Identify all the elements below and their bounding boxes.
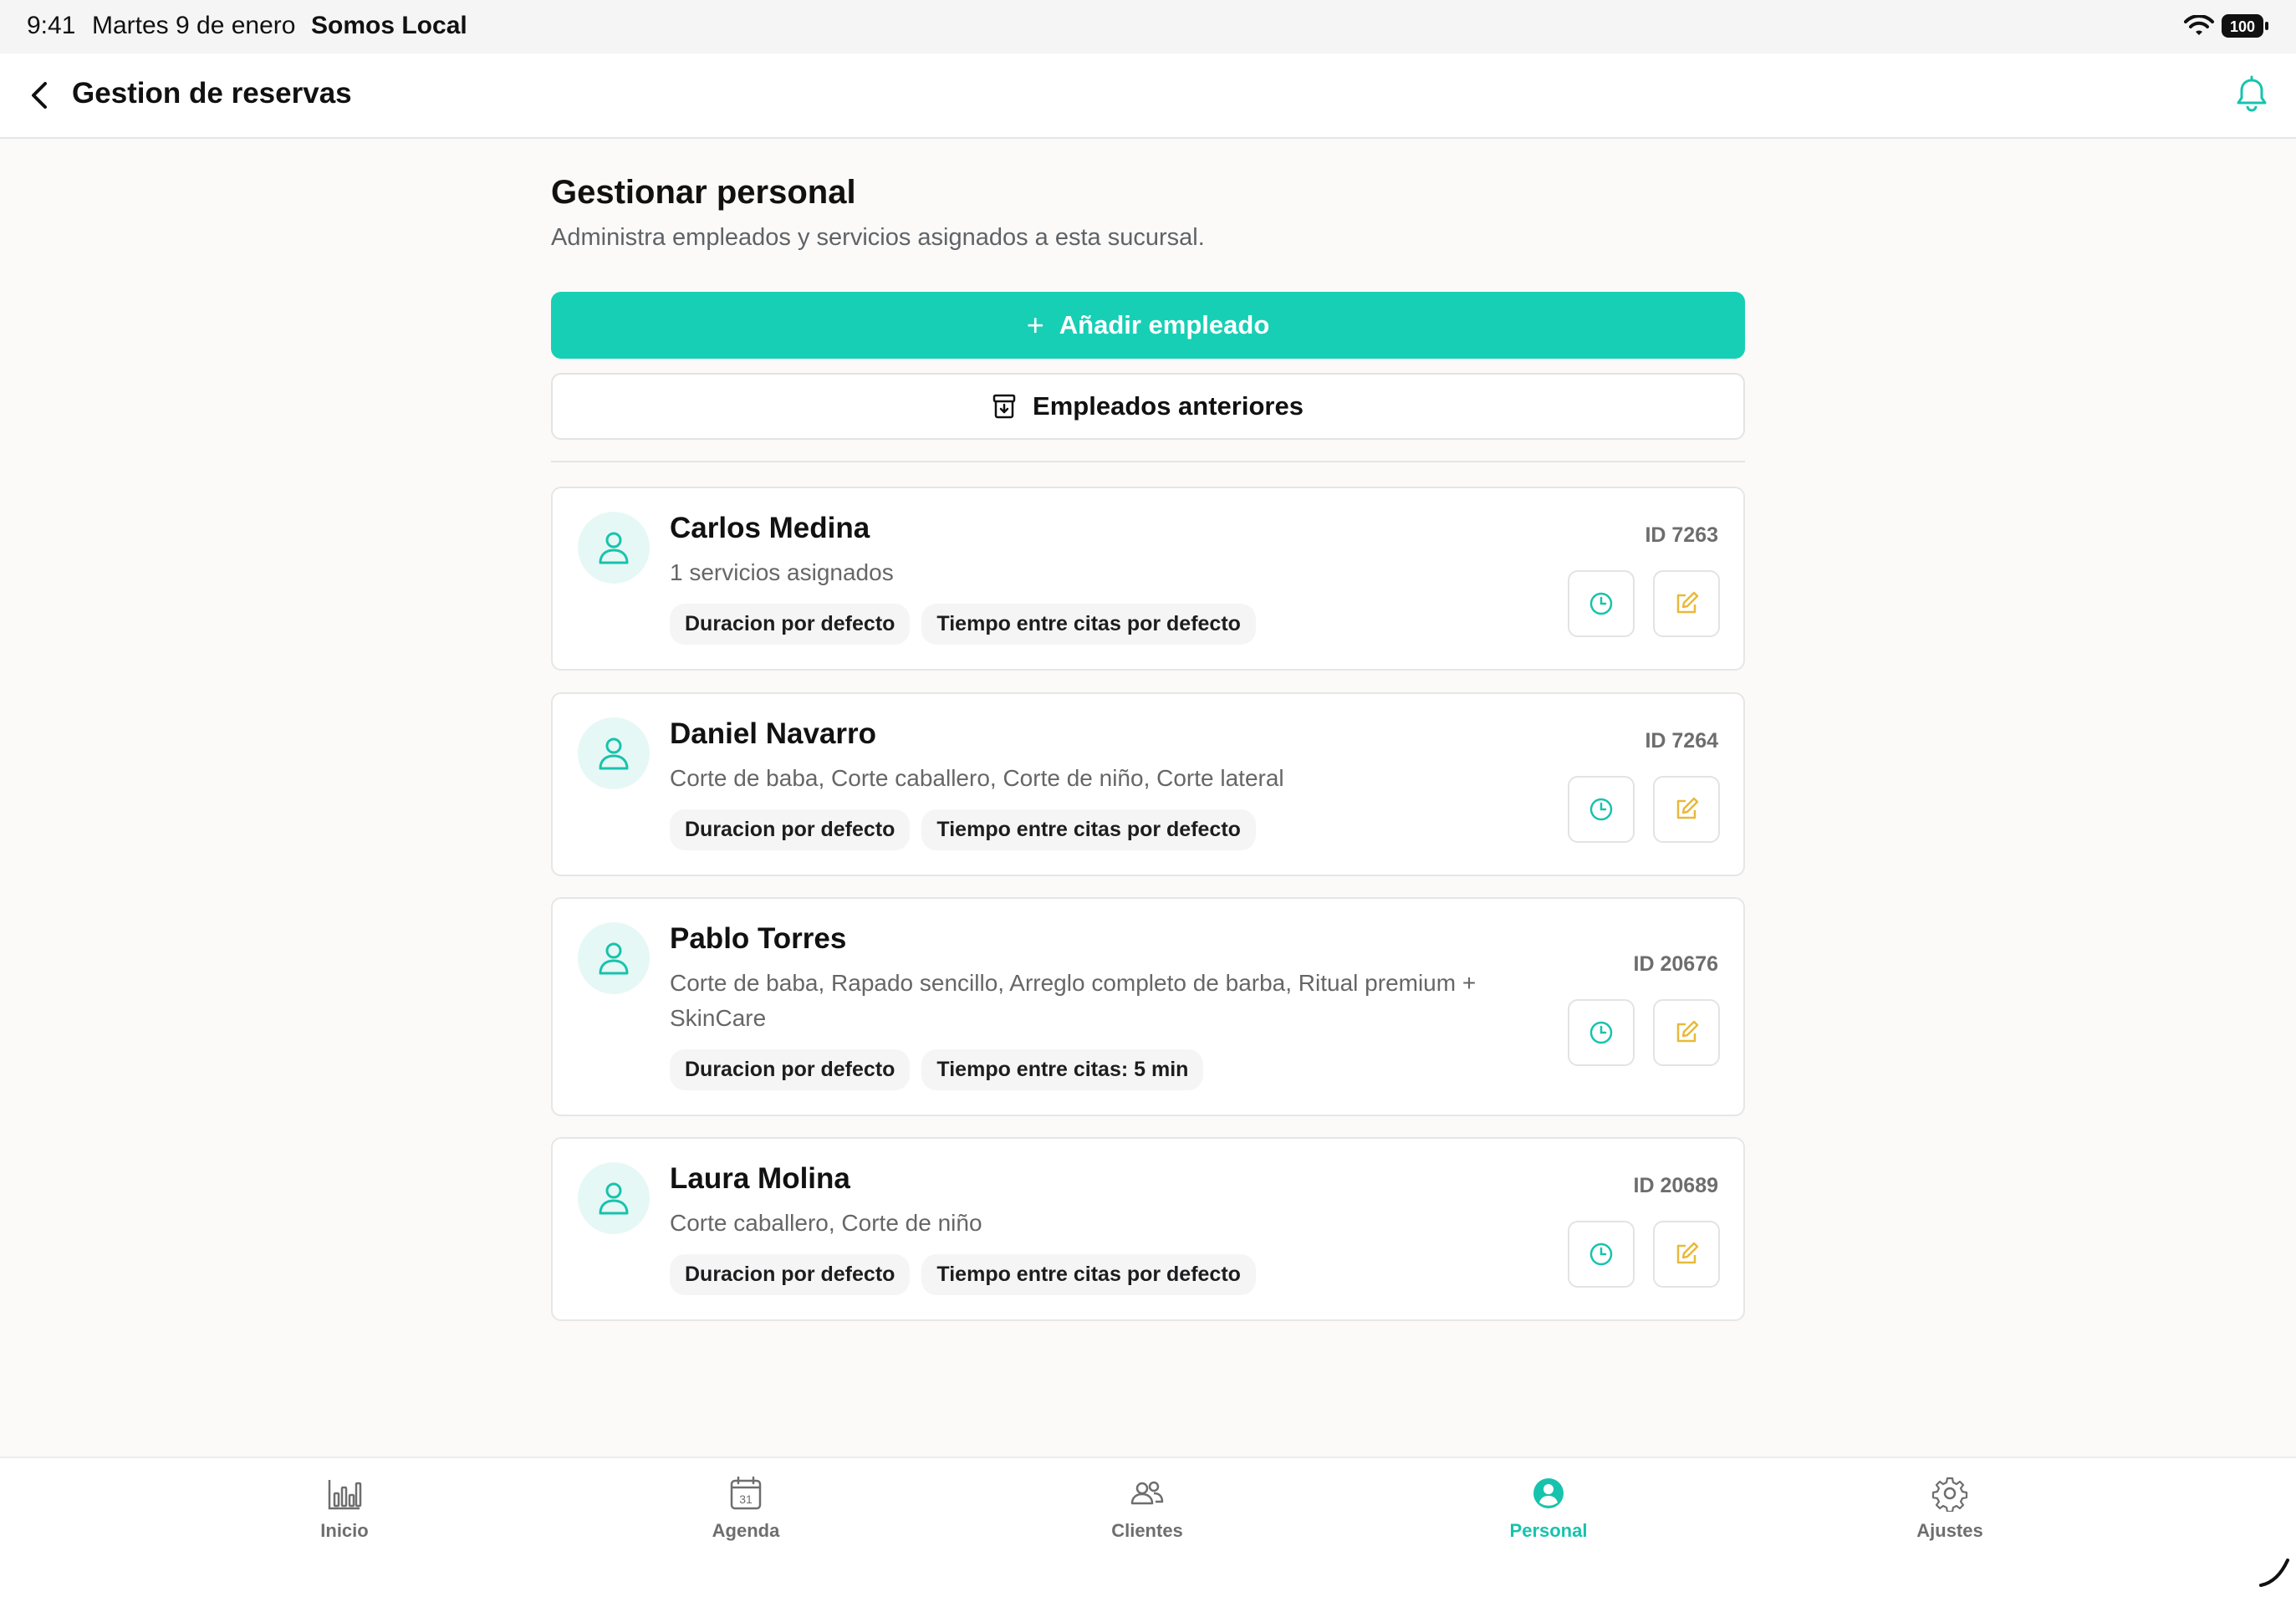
duration-tag: Duracion por defecto [670, 1254, 911, 1295]
tab-personal[interactable]: Personal [1465, 1475, 1632, 1542]
clock-icon [1589, 592, 1613, 615]
employee-id: ID 20676 [1633, 952, 1718, 976]
status-date: Martes 9 de enero [92, 12, 296, 39]
page-subtitle: Administra empleados y servicios asignad… [551, 224, 1205, 251]
app-header: Gestion de reservas [0, 54, 2296, 139]
interval-tag: Tiempo entre citas por defecto [921, 1254, 1256, 1295]
avatar [578, 512, 650, 584]
employee-services: Corte de baba, Corte caballero, Corte de… [670, 765, 1284, 791]
calendar-day: 31 [739, 1492, 753, 1506]
employee-id: ID 7263 [1645, 523, 1718, 547]
status-app-name: Somos Local [311, 12, 467, 39]
employee-card: Pablo Torres Corte de baba, Rapado senci… [551, 897, 1745, 1116]
interval-tag: Tiempo entre citas: 5 min [921, 1049, 1204, 1090]
add-employee-button[interactable]: + Añadir empleado [551, 292, 1745, 359]
schedule-button[interactable] [1568, 570, 1635, 637]
bell-icon[interactable] [2234, 75, 2269, 114]
add-employee-label: Añadir empleado [1059, 310, 1270, 339]
duration-tag: Duracion por defecto [670, 809, 911, 850]
tab-bar: Inicio 31 Agenda Clientes Personal Ajust… [0, 1457, 2296, 1597]
interval-tag: Tiempo entre citas por defecto [921, 604, 1256, 645]
avatar [578, 1162, 650, 1234]
schedule-button[interactable] [1568, 776, 1635, 843]
users-icon [1130, 1481, 1164, 1505]
edit-button[interactable] [1653, 999, 1720, 1066]
divider [551, 461, 1745, 462]
tab-agenda[interactable]: 31 Agenda [662, 1475, 829, 1542]
employee-name: Daniel Navarro [670, 717, 877, 750]
employee-name: Carlos Medina [670, 512, 870, 544]
employee-name: Laura Molina [670, 1162, 850, 1195]
person-icon [599, 532, 629, 564]
employee-card: Daniel Navarro Corte de baba, Corte caba… [551, 692, 1745, 876]
tab-label: Clientes [1111, 1520, 1183, 1541]
person-icon [599, 737, 629, 770]
calendar-icon: 31 [730, 1476, 762, 1510]
employee-tags: Duracion por defecto Tiempo entre citas … [670, 809, 1256, 850]
employee-card: Laura Molina Corte caballero, Corte de n… [551, 1137, 1745, 1321]
bar-chart-icon [328, 1480, 362, 1510]
previous-employees-label: Empleados anteriores [1033, 391, 1304, 421]
tab-label: Inicio [320, 1520, 369, 1541]
gear-icon [1931, 1477, 1968, 1512]
employee-services: Corte caballero, Corte de niño [670, 1210, 982, 1236]
employee-services: 1 servicios asignados [670, 559, 894, 585]
employee-tags: Duracion por defecto Tiempo entre citas … [670, 1254, 1256, 1295]
clock-icon [1589, 1021, 1613, 1044]
home-indicator-icon [2259, 1559, 2289, 1587]
page-title: Gestionar personal [551, 174, 856, 211]
person-icon [599, 1182, 629, 1215]
edit-icon [1676, 797, 1699, 819]
chevron-left-icon[interactable] [25, 79, 55, 112]
edit-icon [1676, 1242, 1699, 1264]
archive-icon [992, 394, 1016, 419]
duration-tag: Duracion por defecto [670, 1049, 911, 1090]
employee-services: Corte de baba, Rapado sencillo, Arreglo … [670, 970, 1477, 1031]
duration-tag: Duracion por defecto [670, 604, 911, 645]
avatar [578, 922, 650, 994]
battery-level: 100 [2230, 18, 2255, 35]
edit-icon [1676, 1020, 1699, 1043]
tab-inicio[interactable]: Inicio [261, 1475, 428, 1542]
person-circle-icon [1533, 1478, 1564, 1508]
wifi-icon [2184, 15, 2214, 35]
tab-ajustes[interactable]: Ajustes [1866, 1475, 2033, 1542]
battery-icon: 100 [2221, 13, 2269, 38]
status-bar: 9:41 Martes 9 de enero Somos Local 100 [0, 0, 2296, 54]
tab-label: Ajustes [1916, 1520, 1983, 1541]
clock-icon [1589, 798, 1613, 821]
employee-name: Pablo Torres [670, 922, 847, 955]
interval-tag: Tiempo entre citas por defecto [921, 809, 1256, 850]
employee-id: ID 7264 [1645, 729, 1718, 753]
header-title: Gestion de reservas [72, 77, 352, 110]
edit-icon [1676, 591, 1699, 614]
schedule-button[interactable] [1568, 999, 1635, 1066]
employee-tags: Duracion por defecto Tiempo entre citas … [670, 604, 1256, 645]
previous-employees-button[interactable]: Empleados anteriores [551, 373, 1745, 440]
employee-card: Carlos Medina 1 servicios asignados Dura… [551, 487, 1745, 671]
schedule-button[interactable] [1568, 1221, 1635, 1288]
clock-icon [1589, 1242, 1613, 1266]
employee-tags: Duracion por defecto Tiempo entre citas:… [670, 1049, 1204, 1090]
edit-button[interactable] [1653, 570, 1720, 637]
plus-icon: + [1026, 308, 1044, 342]
edit-button[interactable] [1653, 1221, 1720, 1288]
tab-clientes[interactable]: Clientes [1064, 1475, 1231, 1542]
tab-label: Agenda [712, 1520, 780, 1541]
avatar [578, 717, 650, 789]
employee-id: ID 20689 [1633, 1174, 1718, 1197]
person-icon [599, 942, 629, 975]
edit-button[interactable] [1653, 776, 1720, 843]
status-time: 9:41 [27, 12, 76, 39]
tab-label: Personal [1509, 1520, 1588, 1541]
